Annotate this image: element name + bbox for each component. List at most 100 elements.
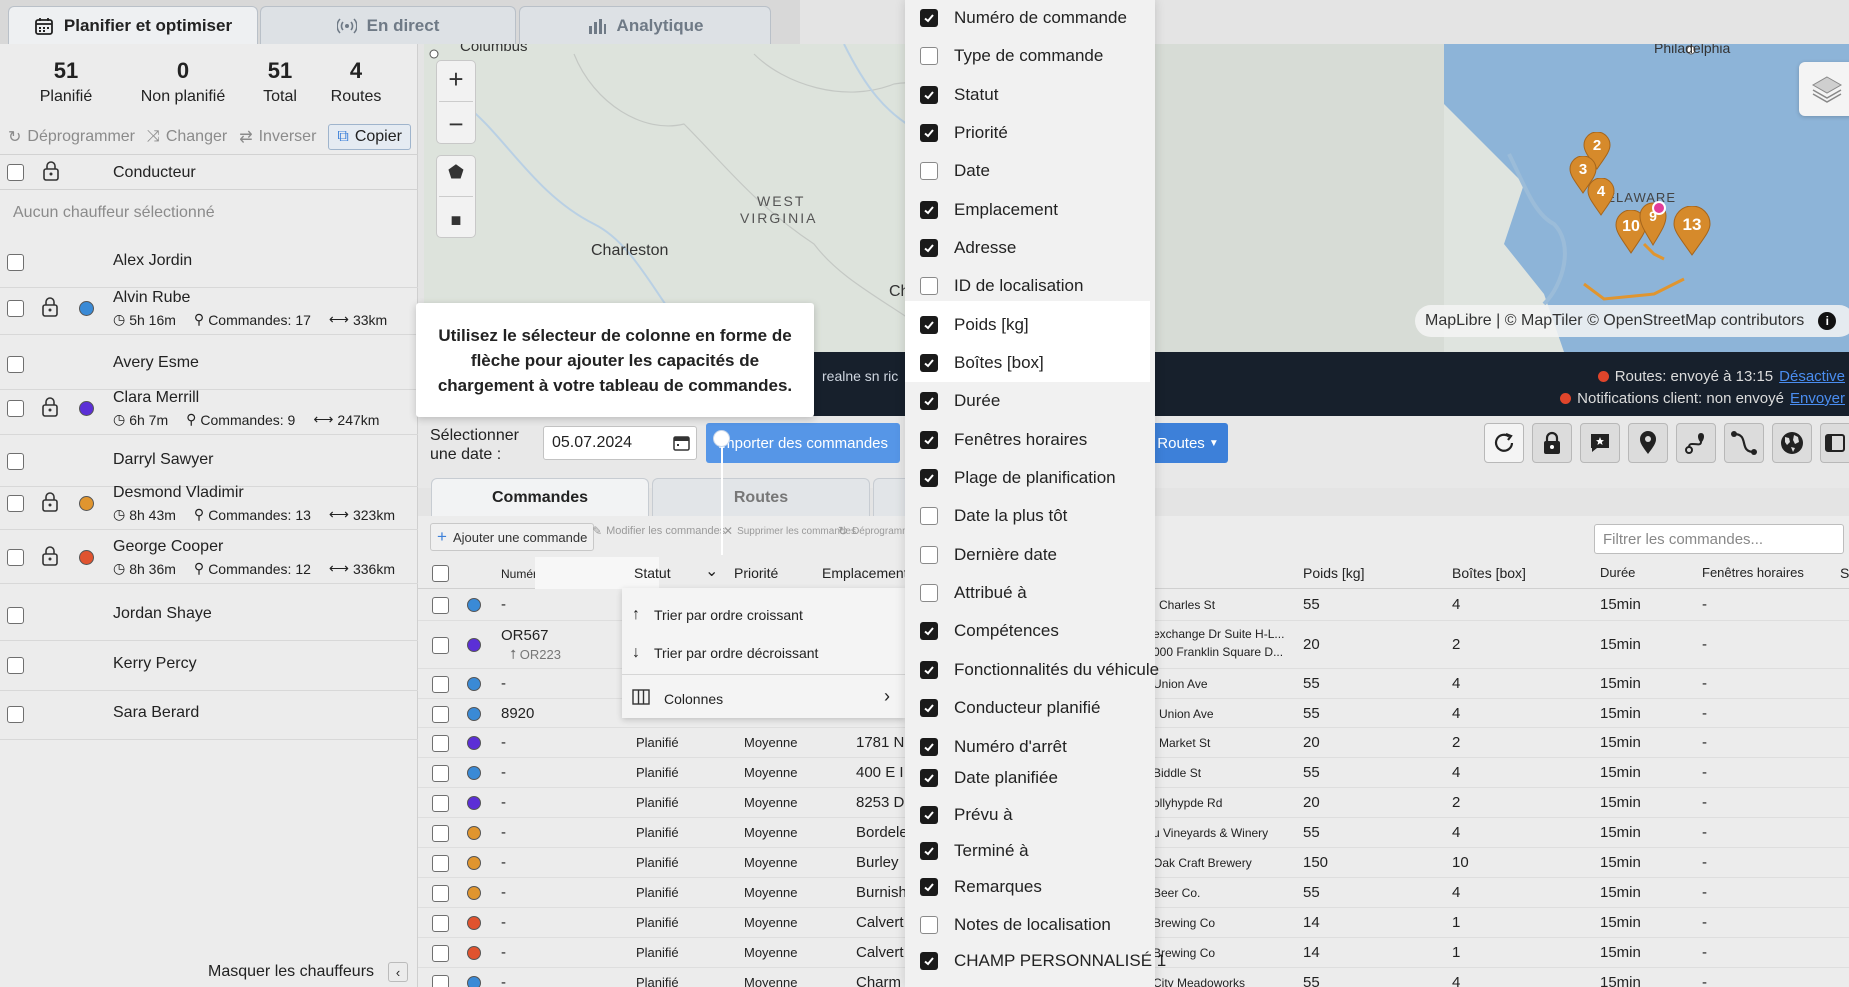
routes-dropdown-button[interactable]: Routes ▼ (1148, 423, 1228, 463)
column-toggle-item[interactable]: Numéro de commande (920, 8, 1127, 28)
select-all-checkbox[interactable] (7, 164, 24, 181)
reverse-button[interactable]: ⇄ Inverser (239, 127, 316, 147)
column-header-priority[interactable]: Priorité (734, 565, 778, 581)
column-checkbox[interactable] (920, 738, 938, 756)
row-checkbox[interactable] (432, 855, 449, 872)
zoom-out-button[interactable]: − (448, 109, 463, 140)
column-toggle-item[interactable]: Notes de localisation (920, 915, 1111, 935)
comment-button[interactable] (1580, 423, 1620, 463)
refresh-button[interactable] (1484, 423, 1524, 463)
route-button[interactable] (1676, 423, 1716, 463)
column-checkbox[interactable] (920, 162, 938, 180)
column-checkbox[interactable] (920, 622, 938, 640)
polygon-icon[interactable]: ⬟ (448, 162, 464, 183)
driver-checkbox[interactable] (7, 607, 24, 624)
column-header-truncated[interactable]: S (1840, 565, 1849, 581)
column-toggle-item[interactable]: Conducteur planifié (920, 698, 1100, 718)
sort-ascending-item[interactable]: ↑ Trier par ordre croissant (632, 606, 803, 624)
sort-descending-item[interactable]: ↓ Trier par ordre décroissant (632, 644, 818, 662)
column-checkbox[interactable] (920, 584, 938, 602)
current-location-marker[interactable] (1652, 201, 1666, 215)
column-toggle-item[interactable]: Date (920, 161, 990, 181)
column-header-location[interactable]: Emplacement (822, 565, 908, 581)
column-toggle-item[interactable]: Priorité (920, 123, 1008, 143)
tab-live[interactable]: En direct (260, 6, 516, 44)
row-checkbox[interactable] (432, 676, 449, 693)
column-toggle-item[interactable]: Dernière date (920, 545, 1057, 565)
driver-checkbox[interactable] (7, 706, 24, 723)
driver-row[interactable]: Kerry Percy (0, 641, 418, 691)
hide-drivers-toggle[interactable]: Masquer les chauffeurs ‹ (208, 962, 409, 982)
row-checkbox[interactable] (432, 765, 449, 782)
column-toggle-item[interactable]: Remarques (920, 877, 1042, 897)
row-checkbox[interactable] (432, 885, 449, 902)
column-toggle-item[interactable]: Durée (920, 391, 1000, 411)
delete-orders-button[interactable]: ✕ Supprimer les commandes (723, 524, 856, 538)
tab-orders[interactable]: Commandes (431, 478, 649, 516)
driver-row[interactable]: Desmond Vladimir ◷ 8h 43m ⚲ Commandes: 13 ⟷ 32… (0, 478, 418, 530)
lock-icon[interactable] (42, 492, 58, 516)
row-checkbox[interactable] (432, 975, 449, 987)
column-checkbox[interactable] (920, 469, 938, 487)
disable-link[interactable]: Désactive (1779, 368, 1845, 385)
row-checkbox[interactable] (432, 597, 449, 614)
column-toggle-item[interactable]: Fenêtres horaires (920, 430, 1087, 450)
column-menu-chevron-icon[interactable]: ⌄ (705, 561, 718, 581)
column-checkbox[interactable] (920, 277, 938, 295)
driver-row[interactable]: George Cooper ◷ 8h 36m ⚲ Commandes: 12 ⟷ 336km (0, 532, 418, 584)
lock-icon[interactable] (42, 397, 58, 421)
driver-row[interactable]: Sara Berard (0, 690, 418, 740)
copy-button[interactable]: ⧉ Copier (328, 124, 411, 150)
column-checkbox[interactable] (920, 239, 938, 257)
calendar-picker-icon[interactable] (673, 434, 690, 456)
column-toggle-item[interactable]: Terminé à (920, 841, 1029, 861)
column-header-duration[interactable]: Durée (1600, 565, 1635, 580)
driver-row[interactable]: Alex Jordin (0, 238, 418, 288)
lock-icon[interactable] (42, 297, 58, 321)
row-checkbox[interactable] (432, 915, 449, 932)
panel-toggle-button[interactable] (1820, 423, 1849, 463)
column-header-weight[interactable]: Poids [kg] (1303, 565, 1364, 581)
column-header-time-windows[interactable]: Fenêtres horaires (1702, 565, 1804, 580)
column-toggle-item[interactable]: Type de commande (920, 46, 1103, 66)
column-checkbox[interactable] (920, 47, 938, 65)
lock-icon[interactable] (43, 161, 59, 185)
columns-submenu-item[interactable]: Colonnes (632, 689, 723, 708)
driver-checkbox[interactable] (7, 300, 24, 317)
change-button[interactable]: ⤨ Changer (147, 128, 227, 146)
add-order-button[interactable]: + Ajouter une commande (430, 523, 595, 551)
optimize-route-button[interactable] (1724, 423, 1764, 463)
column-checkbox[interactable] (920, 661, 938, 679)
column-checkbox[interactable] (920, 916, 938, 934)
column-toggle-item[interactable]: ID de localisation (920, 276, 1083, 296)
column-toggle-item[interactable]: Boîtes [box] (920, 353, 1044, 373)
zoom-in-button[interactable]: + (448, 64, 463, 95)
square-icon[interactable]: ■ (451, 210, 462, 231)
tab-plan-optimize[interactable]: Planifier et optimiser (8, 6, 258, 44)
driver-checkbox[interactable] (7, 356, 24, 373)
map-pin[interactable]: 4 (1586, 177, 1616, 220)
driver-checkbox[interactable] (7, 549, 24, 566)
lock-button[interactable] (1532, 423, 1572, 463)
column-header-status[interactable]: Statut (634, 565, 671, 581)
column-toggle-item[interactable]: Statut (920, 85, 998, 105)
column-header-boxes[interactable]: Boîtes [box] (1452, 565, 1526, 581)
column-toggle-item[interactable]: Poids [kg] (920, 315, 1029, 335)
edit-orders-button[interactable]: ✎ Modifier les commandes (592, 524, 725, 538)
tab-analytics[interactable]: Analytique (519, 6, 771, 44)
send-link[interactable]: Envoyer (1790, 390, 1845, 407)
column-toggle-item[interactable]: Plage de planification (920, 468, 1116, 488)
column-toggle-item[interactable]: Date la plus tôt (920, 506, 1067, 526)
location-button[interactable] (1628, 423, 1668, 463)
column-checkbox[interactable] (920, 316, 938, 334)
row-checkbox[interactable] (432, 795, 449, 812)
column-checkbox[interactable] (920, 9, 938, 27)
column-toggle-item[interactable]: Emplacement (920, 200, 1058, 220)
layers-button[interactable] (1799, 62, 1849, 116)
driver-checkbox[interactable] (7, 453, 24, 470)
lock-icon[interactable] (42, 546, 58, 570)
column-checkbox[interactable] (920, 354, 938, 372)
driver-row[interactable]: Jordan Shaye (0, 591, 418, 641)
select-all-orders-checkbox[interactable] (432, 565, 449, 582)
driver-row[interactable]: Alvin Rube ◷ 5h 16m ⚲ Commandes: 17 ⟷ 33km (0, 283, 418, 335)
